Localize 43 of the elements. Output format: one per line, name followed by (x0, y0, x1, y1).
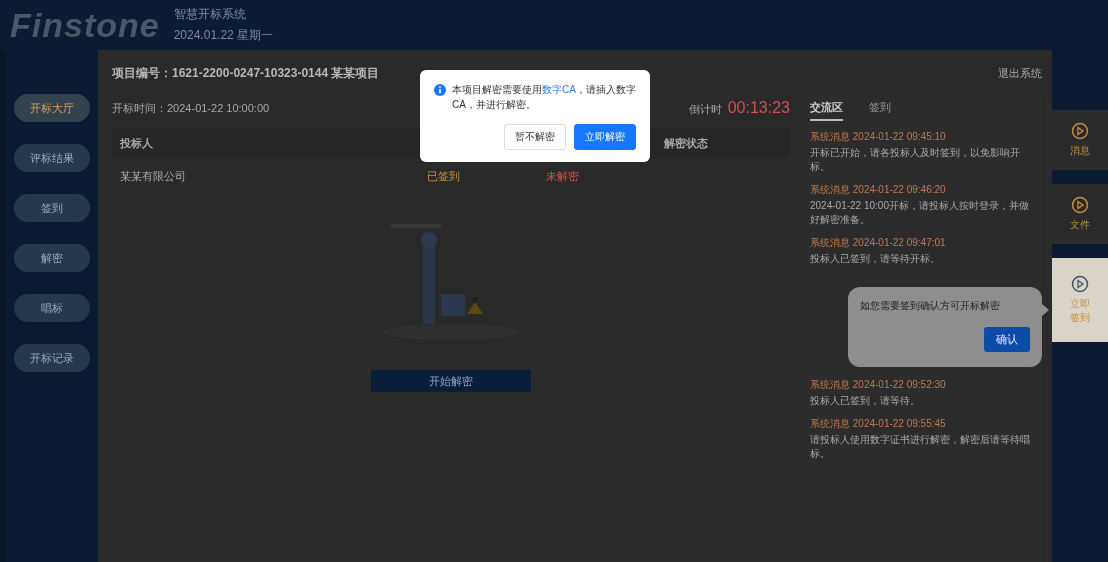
side-tab[interactable]: 消息 (1052, 110, 1108, 170)
info-icon (434, 84, 446, 96)
chat-tab[interactable]: 签到 (869, 100, 891, 121)
sidebar-item[interactable]: 开标记录 (14, 344, 90, 372)
sidebar-item[interactable]: 唱标 (14, 294, 90, 322)
sidebar-item[interactable]: 开标大厅 (14, 94, 90, 122)
side-tab[interactable]: 文件 (1052, 184, 1108, 244)
message-text: 投标人已签到，请等待。 (810, 394, 921, 408)
table-cell-text: 已签到 (427, 168, 462, 184)
message-meta: 系统消息 2024-01-22 09:47:01 (810, 236, 947, 250)
message-text: 请投标人使用数字证书进行解密，解密后请等待唱标。 (810, 433, 1031, 461)
cancel-button[interactable]: 暂不解密 (504, 124, 566, 150)
project-title: 项目编号：1621-2200-0247-10323-0144 某某项目 (112, 64, 380, 82)
header-date: 2024.01.22 星期一 (173, 27, 274, 44)
header-subtitle: 智慧开标系统 (173, 6, 247, 23)
message-text: 开标已开始，请各投标人及时签到，以免影响开标。 (810, 146, 1021, 174)
start-button[interactable]: 开始解密 (371, 370, 531, 392)
chat-tab[interactable]: 交流区 (810, 100, 843, 121)
table-cell-text: 某某有限公司 (120, 168, 187, 184)
message-text: 2024-01-22 10:00开标，请投标人按时登录，并做好解密准备。 (810, 199, 1030, 227)
open-time: 开标时间：2024-01-22 10:00:00 (112, 100, 270, 116)
play-icon (1071, 122, 1089, 140)
message-meta: 系统消息 2024-01-22 09:55:45 (810, 417, 947, 431)
countdown: 00:13:23 (727, 99, 790, 116)
column-header: 解密状态 (663, 135, 709, 151)
play-icon (1071, 275, 1089, 293)
dialog-message: 本项目解密需要使用数字CA，请插入数字CA，并进行解密。 (452, 83, 636, 112)
column-header: 投标人 (120, 135, 154, 151)
countdown-label: 倒计时 (688, 103, 722, 115)
confirm-button[interactable]: 立即解密 (574, 124, 636, 150)
play-icon (1071, 196, 1089, 214)
sidebar-item[interactable]: 解密 (14, 244, 90, 272)
table-cell-text: 未解密 (545, 168, 580, 184)
sidebar-item[interactable]: 评标结果 (14, 144, 90, 172)
message-meta: 系统消息 2024-01-22 09:46:20 (810, 183, 947, 197)
tooltip-text: 如您需要签到确认方可开标解密 (860, 299, 1000, 313)
exit-link[interactable]: 退出系统 (998, 65, 1042, 81)
message-text: 投标人已签到，请等待开标。 (810, 252, 941, 266)
logo: Finstone (10, 5, 160, 45)
tooltip-confirm-button[interactable]: 确认 (984, 327, 1030, 352)
message-meta: 系统消息 2024-01-22 09:45:10 (810, 130, 947, 144)
sidebar-item[interactable]: 签到 (14, 194, 90, 222)
message-meta: 系统消息 2024-01-22 09:52:30 (810, 378, 947, 392)
